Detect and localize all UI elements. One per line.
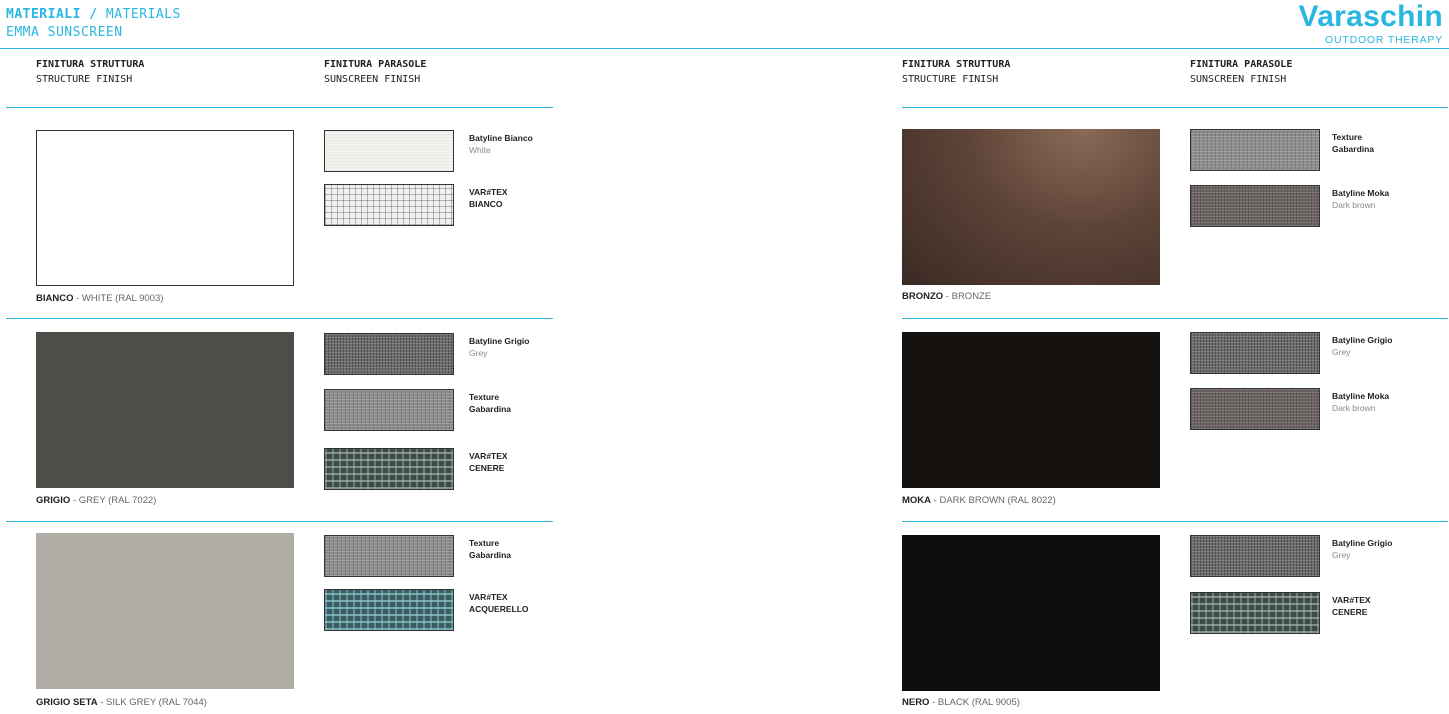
finish-description: - BRONZE bbox=[943, 291, 992, 302]
fabric-swatch bbox=[324, 184, 454, 226]
fabric-label: Texture Gabardina bbox=[1332, 131, 1374, 155]
fabric-label: Texture Gabardina bbox=[469, 537, 511, 561]
finish-name: GRIGIO bbox=[36, 495, 71, 506]
fabric-name: Texture bbox=[1332, 132, 1363, 142]
fabric-name: Batyline Grigio bbox=[469, 336, 530, 346]
finish-caption: MOKA - DARK BROWN (RAL 8022) bbox=[902, 495, 1056, 507]
section-divider bbox=[902, 521, 1448, 522]
fabric-label: Texture Gabardina bbox=[469, 391, 511, 415]
fabric-name: Batyline Moka bbox=[1332, 391, 1390, 401]
section-divider bbox=[6, 107, 553, 108]
fabric-name: Texture bbox=[469, 538, 500, 548]
brand-logo: Varaschin OUTDOOR THERAPY bbox=[1299, 0, 1443, 46]
fabric-variant: Gabardina bbox=[469, 550, 512, 560]
fabric-swatch bbox=[324, 333, 454, 375]
section-divider bbox=[6, 521, 553, 522]
fabric-name: VAR#TEX bbox=[469, 592, 508, 602]
structure-swatch-moka bbox=[902, 332, 1160, 488]
structure-swatch-bronzo bbox=[902, 129, 1160, 285]
section-divider bbox=[6, 318, 553, 319]
fabric-swatch bbox=[1190, 535, 1320, 577]
fabric-swatch bbox=[1190, 592, 1320, 634]
finish-name: GRIGIO SETA bbox=[36, 697, 98, 708]
fabric-label: VAR#TEX BIANCO bbox=[469, 186, 508, 210]
fabric-variant: BIANCO bbox=[469, 199, 503, 209]
fabric-label: VAR#TEX ACQUERELLO bbox=[469, 591, 529, 615]
structure-swatch-nero bbox=[902, 535, 1160, 691]
brand-name: Varaschin bbox=[1298, 0, 1443, 33]
fabric-label: Batyline Grigio Grey bbox=[469, 335, 529, 359]
fabric-name: Batyline Moka bbox=[1332, 188, 1390, 198]
fabric-label: Batyline Moka Dark brown bbox=[1332, 187, 1389, 211]
finish-name: BIANCO bbox=[36, 293, 74, 304]
structure-header-right: FINITURA STRUTTURA STRUCTURE FINISH bbox=[902, 59, 1011, 85]
fabric-subtitle: Grey bbox=[1332, 550, 1351, 560]
finish-description: - BLACK (RAL 9005) bbox=[929, 697, 1020, 708]
finish-description: - SILK GREY (RAL 7044) bbox=[97, 697, 207, 708]
sunscreen-header-right: FINITURA PARASOLE SUNSCREEN FINISH bbox=[1190, 59, 1293, 85]
finish-name: BRONZO bbox=[902, 291, 944, 302]
fabric-label: Batyline Grigio Grey bbox=[1332, 537, 1392, 561]
title-italian: MATERIALI / bbox=[6, 7, 98, 22]
fabric-name: VAR#TEX bbox=[469, 451, 508, 461]
fabric-label: Batyline Bianco White bbox=[469, 132, 533, 156]
finish-description: - DARK BROWN (RAL 8022) bbox=[931, 495, 1056, 506]
fabric-label: Batyline Moka Dark brown bbox=[1332, 390, 1389, 414]
structure-swatch-grigio bbox=[36, 332, 294, 488]
fabric-name: VAR#TEX bbox=[1332, 595, 1371, 605]
structure-header-left: FINITURA STRUTTURA STRUCTURE FINISH bbox=[36, 59, 145, 85]
finish-description: - WHITE (RAL 9003) bbox=[73, 293, 164, 304]
fabric-swatch bbox=[324, 535, 454, 577]
finish-caption: NERO - BLACK (RAL 9005) bbox=[902, 697, 1020, 709]
fabric-swatch bbox=[1190, 388, 1320, 430]
structure-swatch-grigio-seta bbox=[36, 533, 294, 689]
fabric-subtitle: Grey bbox=[1332, 347, 1351, 357]
finish-name: NERO bbox=[902, 697, 930, 708]
title-english: MATERIALS bbox=[105, 7, 181, 22]
finish-caption: BRONZO - BRONZE bbox=[902, 291, 991, 303]
finish-caption: GRIGIO SETA - SILK GREY (RAL 7044) bbox=[36, 697, 207, 709]
fabric-swatch bbox=[324, 448, 454, 490]
finish-caption: BIANCO - WHITE (RAL 9003) bbox=[36, 293, 163, 305]
sunscreen-header-left: FINITURA PARASOLE SUNSCREEN FINISH bbox=[324, 59, 427, 85]
fabric-subtitle: Grey bbox=[469, 348, 488, 358]
fabric-name: VAR#TEX bbox=[469, 187, 508, 197]
fabric-subtitle: White bbox=[469, 145, 491, 155]
fabric-variant: ACQUERELLO bbox=[469, 604, 529, 614]
finish-description: - GREY (RAL 7022) bbox=[70, 495, 157, 506]
fabric-variant: Gabardina bbox=[1332, 144, 1375, 154]
fabric-swatch bbox=[324, 389, 454, 431]
fabric-variant: CENERE bbox=[1332, 607, 1368, 617]
section-divider bbox=[902, 318, 1448, 319]
fabric-name: Texture bbox=[469, 392, 500, 402]
product-name: EMMA SUNSCREEN bbox=[6, 25, 123, 40]
fabric-swatch bbox=[324, 130, 454, 172]
structure-swatch-bianco bbox=[36, 130, 294, 286]
fabric-swatch bbox=[1190, 185, 1320, 227]
fabric-variant: CENERE bbox=[469, 463, 505, 473]
fabric-subtitle: Dark brown bbox=[1332, 200, 1376, 210]
fabric-name: Batyline Bianco bbox=[469, 133, 533, 143]
brand-tagline: OUTDOOR THERAPY bbox=[1325, 34, 1443, 46]
section-divider bbox=[902, 107, 1448, 108]
fabric-swatch bbox=[1190, 129, 1320, 171]
fabric-label: VAR#TEX CENERE bbox=[1332, 594, 1371, 618]
finish-name: MOKA bbox=[902, 495, 932, 506]
finish-caption: GRIGIO - GREY (RAL 7022) bbox=[36, 495, 156, 507]
fabric-label: Batyline Grigio Grey bbox=[1332, 334, 1392, 358]
header-divider bbox=[0, 48, 1449, 49]
fabric-name: Batyline Grigio bbox=[1332, 335, 1393, 345]
fabric-label: VAR#TEX CENERE bbox=[469, 450, 508, 474]
fabric-name: Batyline Grigio bbox=[1332, 538, 1393, 548]
fabric-variant: Gabardina bbox=[469, 404, 512, 414]
fabric-swatch bbox=[324, 589, 454, 631]
document-title: MATERIALI / MATERIALS EMMA SUNSCREEN bbox=[6, 6, 181, 42]
fabric-subtitle: Dark brown bbox=[1332, 403, 1376, 413]
fabric-swatch bbox=[1190, 332, 1320, 374]
